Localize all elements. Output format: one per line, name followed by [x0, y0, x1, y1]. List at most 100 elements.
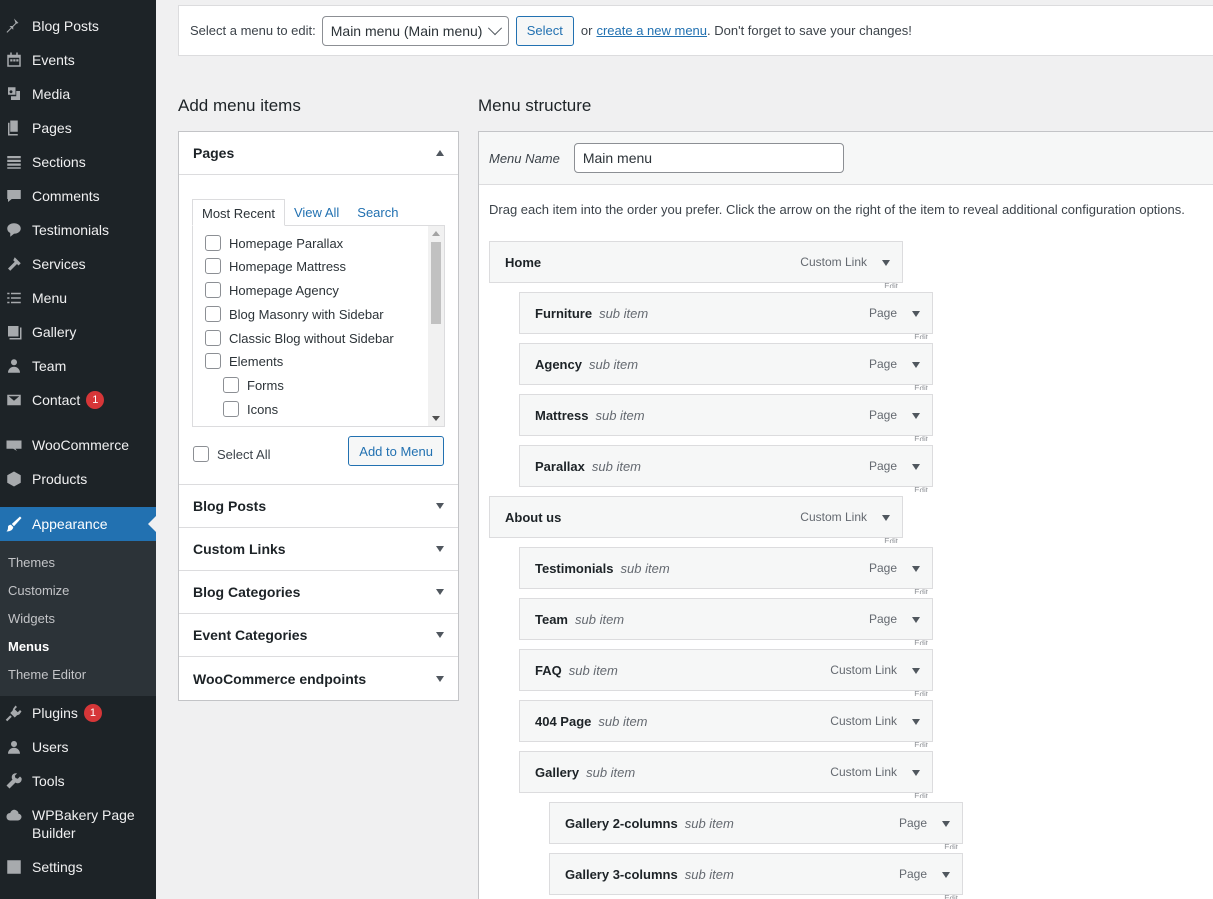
select-button[interactable]: Select	[515, 15, 574, 46]
accordion-blog-posts[interactable]: Blog Posts	[179, 485, 458, 528]
menu-item-404-page[interactable]: 404 Page sub item Custom Link Edit	[519, 700, 933, 747]
page-checkbox-row[interactable]: Homepage Parallax	[205, 235, 343, 251]
edit-item-link[interactable]: Edit	[914, 435, 928, 441]
page-checkbox[interactable]	[223, 401, 239, 417]
menu-item-gallery-2-columns[interactable]: Gallery 2-columns sub item Page Edit	[549, 802, 963, 849]
expand-item-arrow-icon[interactable]	[908, 663, 924, 679]
scroll-thumb[interactable]	[431, 242, 441, 324]
page-checkbox[interactable]	[205, 235, 221, 251]
sidebar-item-products[interactable]: Products	[0, 462, 156, 496]
edit-item-link[interactable]: Edit	[914, 639, 928, 645]
sidebar-item-blog-posts[interactable]: Blog Posts	[0, 9, 156, 43]
sidebar-item-media[interactable]: Media	[0, 77, 156, 111]
expand-item-arrow-icon[interactable]	[908, 459, 924, 475]
menu-item-gallery-3-columns[interactable]: Gallery 3-columns sub item Page Edit	[549, 853, 963, 899]
page-checkbox-row[interactable]: Classic Blog without Sidebar	[205, 330, 394, 346]
expand-item-arrow-icon[interactable]	[878, 510, 894, 526]
accordion-event-categories[interactable]: Event Categories	[179, 614, 458, 657]
page-checkbox-row[interactable]: Blog Masonry with Sidebar	[205, 306, 384, 322]
page-checkbox[interactable]	[205, 258, 221, 274]
edit-item-link[interactable]: Edit	[914, 384, 928, 390]
menu-item-mattress[interactable]: Mattress sub item Page Edit	[519, 394, 933, 441]
menu-item-agency[interactable]: Agency sub item Page Edit	[519, 343, 933, 390]
submenu-item-theme-editor[interactable]: Theme Editor	[0, 661, 156, 689]
page-checkbox-row[interactable]: Homepage Mattress	[205, 258, 346, 274]
scroll-up-icon[interactable]	[432, 231, 440, 236]
accordion-blog-categories[interactable]: Blog Categories	[179, 571, 458, 614]
page-checkbox-row[interactable]: Forms	[223, 377, 284, 393]
edit-item-link[interactable]: Edit	[914, 792, 928, 798]
expand-item-arrow-icon[interactable]	[878, 255, 894, 271]
expand-item-arrow-icon[interactable]	[908, 612, 924, 628]
sidebar-item-tools[interactable]: Tools	[0, 764, 156, 798]
edit-item-link[interactable]: Edit	[884, 282, 898, 288]
menu-item-gallery[interactable]: Gallery sub item Custom Link Edit	[519, 751, 933, 798]
menu-item-about-us[interactable]: About us Custom Link Edit	[489, 496, 903, 543]
menu-item-furniture[interactable]: Furniture sub item Page Edit	[519, 292, 933, 339]
expand-item-arrow-icon[interactable]	[908, 357, 924, 373]
menu-item-parallax[interactable]: Parallax sub item Page Edit	[519, 445, 933, 492]
select-all-checkbox[interactable]	[193, 446, 209, 462]
add-to-menu-button[interactable]: Add to Menu	[348, 436, 444, 466]
expand-item-arrow-icon[interactable]	[908, 765, 924, 781]
menu-item-home[interactable]: Home Custom Link Edit	[489, 241, 903, 288]
pages-accordion-header[interactable]: Pages	[179, 132, 458, 175]
expand-item-arrow-icon[interactable]	[908, 408, 924, 424]
page-checkbox[interactable]	[205, 282, 221, 298]
tab-most-recent[interactable]: Most Recent	[192, 199, 285, 226]
edit-item-link[interactable]: Edit	[914, 741, 928, 747]
sidebar-item-events[interactable]: Events	[0, 43, 156, 77]
submenu-item-widgets[interactable]: Widgets	[0, 605, 156, 633]
page-checkbox-row[interactable]: Homepage Agency	[205, 282, 339, 298]
tab-view-all[interactable]: View All	[285, 199, 348, 226]
sidebar-item-team[interactable]: Team	[0, 349, 156, 383]
submenu-item-menus[interactable]: Menus	[0, 633, 156, 661]
expand-item-arrow-icon[interactable]	[908, 561, 924, 577]
edit-item-link[interactable]: Edit	[914, 333, 928, 339]
sidebar-item-pages[interactable]: Pages	[0, 111, 156, 145]
submenu-item-themes[interactable]: Themes	[0, 549, 156, 577]
menu-item-team[interactable]: Team sub item Page Edit	[519, 598, 933, 645]
page-checkbox[interactable]	[223, 377, 239, 393]
edit-item-link[interactable]: Edit	[914, 486, 928, 492]
sidebar-item-woocommerce[interactable]: WooCommerce	[0, 428, 156, 462]
sidebar-item-plugins[interactable]: Plugins 1	[0, 696, 156, 730]
edit-item-link[interactable]: Edit	[884, 537, 898, 543]
menu-name-input[interactable]: Main menu	[573, 143, 844, 173]
menu-item-testimonials[interactable]: Testimonials sub item Page Edit	[519, 547, 933, 594]
sidebar-item-sections[interactable]: Sections	[0, 145, 156, 179]
page-checkbox[interactable]	[205, 330, 221, 346]
edit-item-link[interactable]: Edit	[914, 690, 928, 696]
menu-select-dropdown[interactable]: Main menu (Main menu)	[321, 15, 509, 46]
sidebar-item-services[interactable]: Services	[0, 247, 156, 281]
page-checkbox-row[interactable]: Icons	[223, 401, 278, 417]
sidebar-item-testimonials[interactable]: Testimonials	[0, 213, 156, 247]
menu-item-faq[interactable]: FAQ sub item Custom Link Edit	[519, 649, 933, 696]
submenu-item-customize[interactable]: Customize	[0, 577, 156, 605]
page-checkbox[interactable]	[205, 306, 221, 322]
sidebar-item-users[interactable]: Users	[0, 730, 156, 764]
expand-item-arrow-icon[interactable]	[938, 867, 954, 883]
page-checkbox-row[interactable]: Elements	[205, 353, 283, 369]
sidebar-item-comments[interactable]: Comments	[0, 179, 156, 213]
sidebar-item-gallery[interactable]: Gallery	[0, 315, 156, 349]
sidebar-item-contact[interactable]: Contact 1	[0, 383, 156, 417]
tab-search[interactable]: Search	[348, 199, 407, 226]
accordion-woocommerce-endpoints[interactable]: WooCommerce endpoints	[179, 657, 458, 700]
sidebar-item-menu[interactable]: Menu	[0, 281, 156, 315]
sidebar-item-appearance[interactable]: Appearance	[0, 507, 156, 541]
scroll-down-icon[interactable]	[432, 416, 440, 421]
expand-item-arrow-icon[interactable]	[938, 816, 954, 832]
edit-item-link[interactable]: Edit	[944, 843, 958, 849]
sidebar-item-wpbakery-page-builder[interactable]: WPBakery Page Builder	[0, 798, 156, 850]
scrollbar[interactable]	[428, 226, 444, 426]
select-all-row[interactable]: Select All	[193, 446, 270, 462]
edit-item-link[interactable]: Edit	[944, 894, 958, 899]
accordion-custom-links[interactable]: Custom Links	[179, 528, 458, 571]
page-checkbox[interactable]	[205, 353, 221, 369]
expand-item-arrow-icon[interactable]	[908, 714, 924, 730]
expand-item-arrow-icon[interactable]	[908, 306, 924, 322]
sidebar-item-settings[interactable]: Settings	[0, 850, 156, 884]
edit-item-link[interactable]: Edit	[914, 588, 928, 594]
create-menu-link[interactable]: create a new menu	[596, 23, 707, 38]
